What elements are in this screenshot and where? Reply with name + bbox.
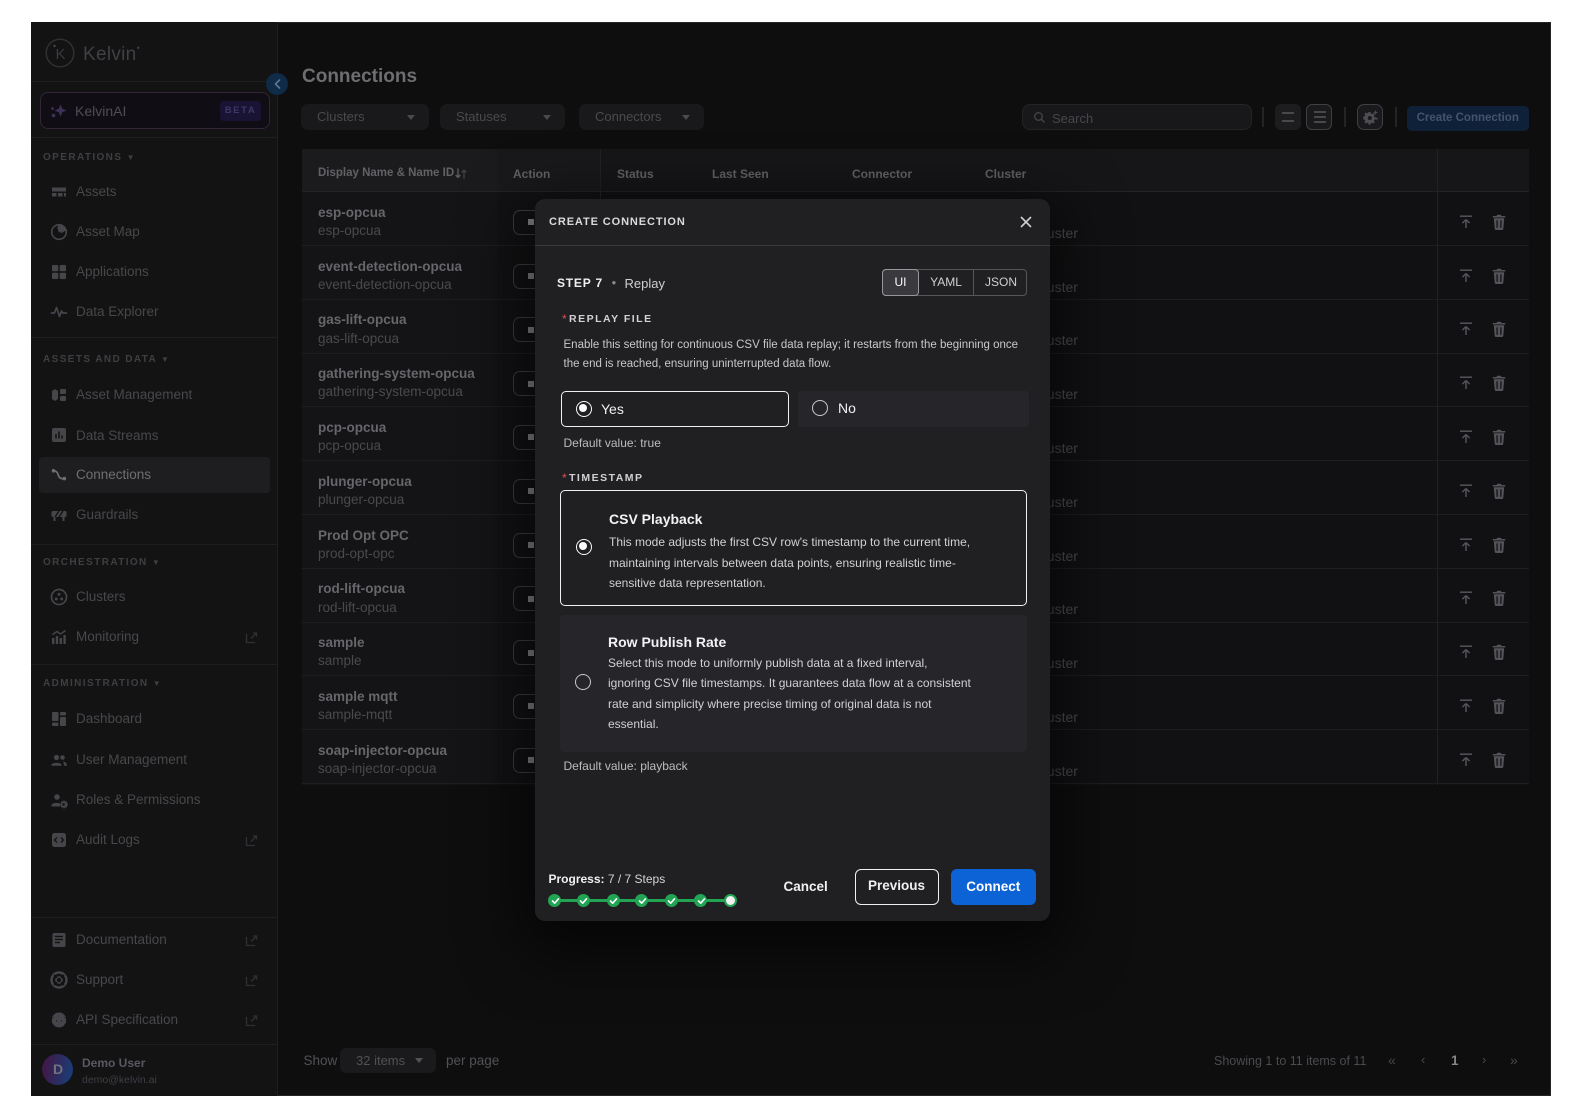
svg-text:K: K [55,46,65,63]
svg-text:{··}: {··} [50,1017,68,1026]
